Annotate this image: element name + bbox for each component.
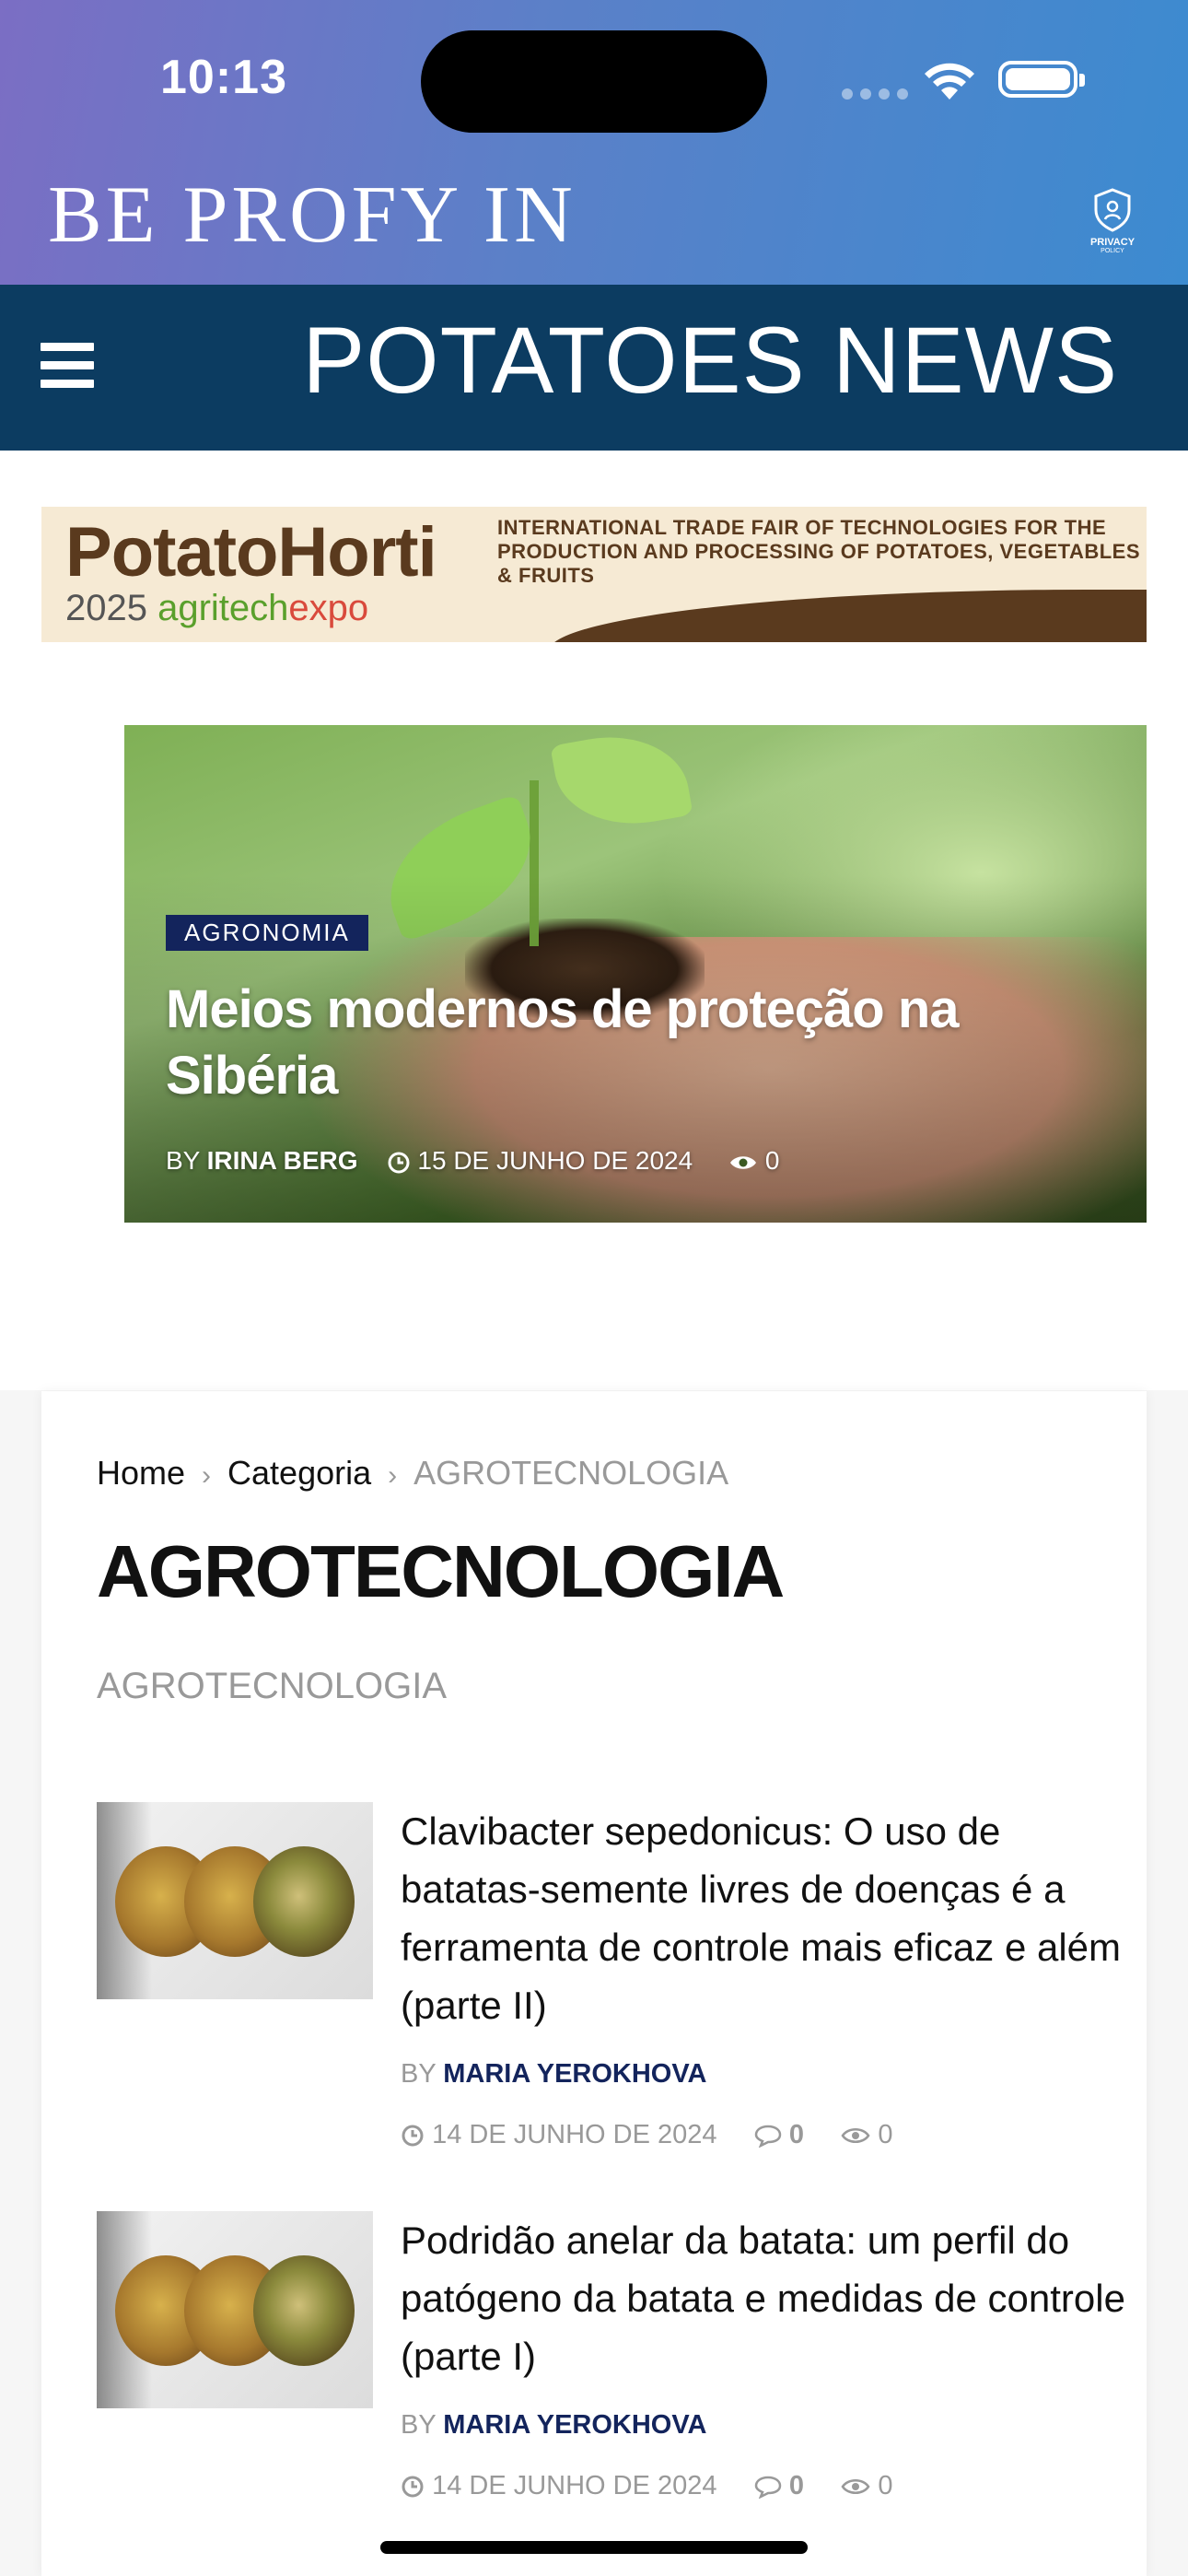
page-title: AGROTECNOLOGIA [97,1530,785,1612]
article-by-label: BY [401,2059,437,2089]
page-subtitle: AGROTECNOLOGIA [97,1666,448,1706]
article-views: 0 [878,2471,893,2500]
chevron-right-icon: › [202,1460,212,1491]
article-title[interactable]: Clavibacter sepedonicus: O uso de batata… [401,1802,1128,2034]
featured-meta: BY IRINA BERG 15 DE JUNHO DE 2024 0 [166,1146,779,1176]
banner-description: INTERNATIONAL TRADE FAIR OF TECHNOLOGIES… [497,516,1141,587]
article-thumbnail[interactable] [97,1802,373,1999]
article-title[interactable]: Podridão anelar da batata: um perfil do … [401,2211,1128,2385]
article-by-label: BY [401,2410,437,2440]
cellular-signal-icon [842,88,915,104]
featured-views: 0 [764,1146,780,1175]
article-date: 14 DE JUNHO DE 2024 [432,2471,717,2500]
site-title[interactable]: POTATOES NEWS [302,313,1118,407]
status-time: 10:13 [160,51,287,104]
article-author[interactable]: MARIA YEROKHOVA [443,2410,706,2440]
clock-icon [388,1152,410,1174]
article-author[interactable]: MARIA YEROKHOVA [443,2059,706,2089]
privacy-policy-button[interactable]: PRIVACY POLICY [1076,188,1149,262]
brand-title: BE PROFY IN [48,170,577,260]
eye-icon [841,2128,870,2144]
clock-icon [402,2476,424,2498]
featured-date: 15 DE JUNHO DE 2024 [417,1146,693,1175]
banner-brand: PotatoHorti [65,513,437,591]
banner-subbrand: 2025 agritechexpo [65,588,369,628]
article-byline: BY MARIA YEROKHOVA [401,2410,707,2441]
article-meta: 14 DE JUNHO DE 2024 0 0 [401,2471,893,2501]
article-thumbnail[interactable] [97,2211,373,2408]
featured-category-badge[interactable]: AGRONOMIA [166,915,368,951]
article-date: 14 DE JUNHO DE 2024 [432,2120,717,2149]
menu-icon[interactable] [41,343,94,389]
privacy-label: PRIVACY [1089,237,1136,248]
shield-icon [1094,188,1131,232]
battery-icon [998,61,1085,98]
article-comments[interactable]: 0 [789,2471,804,2500]
eye-icon [841,2479,870,2495]
comment-icon [754,2125,782,2149]
expo-banner-ad[interactable]: PotatoHorti 2025 agritechexpo INTERNATIO… [41,507,1147,642]
breadcrumb-home[interactable]: Home [97,1454,185,1492]
eye-icon [730,1155,757,1169]
clock-icon [402,2125,424,2147]
privacy-sublabel: POLICY [1101,248,1124,254]
featured-by-label: BY [166,1146,200,1175]
article-meta: 14 DE JUNHO DE 2024 0 0 [401,2120,893,2150]
wifi-icon [925,63,974,100]
breadcrumb-current: AGROTECNOLOGIA [413,1454,729,1492]
dynamic-island [421,30,767,133]
featured-author[interactable]: IRINA BERG [207,1146,358,1175]
article-byline: BY MARIA YEROKHOVA [401,2059,707,2090]
chevron-right-icon: › [388,1460,398,1491]
banner-field-graphic [543,590,1147,642]
comment-icon [754,2476,782,2500]
featured-title[interactable]: Meios modernos de proteção na Sibéria [166,977,995,1109]
article-comments[interactable]: 0 [789,2120,804,2149]
breadcrumb: Home › Categoria › AGROTECNOLOGIA [97,1454,728,1493]
article-views: 0 [878,2120,893,2149]
home-indicator[interactable] [380,2541,808,2554]
breadcrumb-category[interactable]: Categoria [227,1454,371,1492]
